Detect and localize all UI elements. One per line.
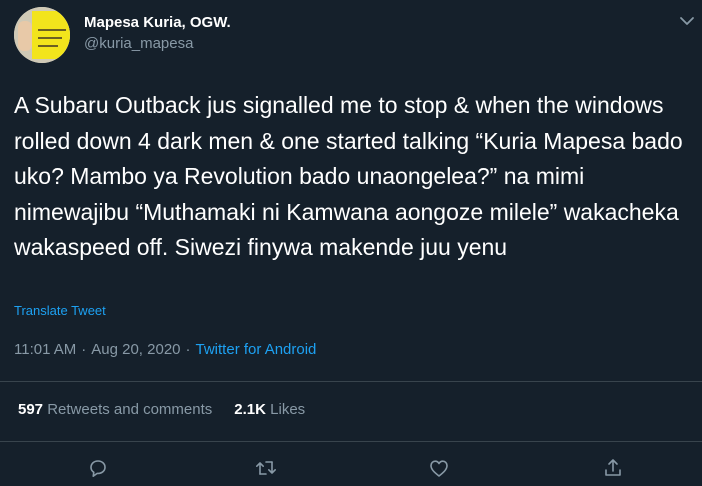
engagement-stats: 597 Retweets and comments 2.1K Likes xyxy=(18,401,305,418)
share-icon[interactable] xyxy=(601,456,625,480)
likes-label: Likes xyxy=(270,401,306,418)
reply-icon[interactable] xyxy=(86,456,110,480)
avatar[interactable] xyxy=(14,7,70,63)
likes-stat[interactable]: 2.1K Likes xyxy=(234,401,305,418)
tweet-text: A Subaru Outback jus signalled me to sto… xyxy=(14,92,683,260)
retweet-icon[interactable] xyxy=(254,456,278,480)
tweet-metadata: 11:01 AM · Aug 20, 2020 · Twitter for Androi… xyxy=(14,341,316,358)
tweet-date[interactable]: Aug 20, 2020 xyxy=(91,341,180,358)
translate-tweet-link[interactable]: Translate Tweet xyxy=(14,303,106,318)
retweets-stat[interactable]: 597 Retweets and comments xyxy=(18,401,212,418)
tweet-source-link[interactable]: Twitter for Android xyxy=(196,341,317,358)
divider xyxy=(0,381,702,382)
user-display-name[interactable]: Mapesa Kuria, OGW. xyxy=(84,14,231,31)
user-handle[interactable]: @kuria_mapesa xyxy=(84,35,193,52)
retweets-label: Retweets and comments xyxy=(47,401,213,418)
retweets-count: 597 xyxy=(18,401,44,418)
separator: · xyxy=(185,341,191,358)
tweet-card: Mapesa Kuria, OGW. @kuria_mapesa A Subar… xyxy=(0,0,702,486)
separator: · xyxy=(81,341,87,358)
heart-icon[interactable] xyxy=(427,456,451,480)
likes-count: 2.1K xyxy=(234,401,266,418)
divider xyxy=(0,441,702,442)
chevron-down-icon[interactable] xyxy=(678,12,696,30)
tweet-time[interactable]: 11:01 AM xyxy=(14,341,76,358)
